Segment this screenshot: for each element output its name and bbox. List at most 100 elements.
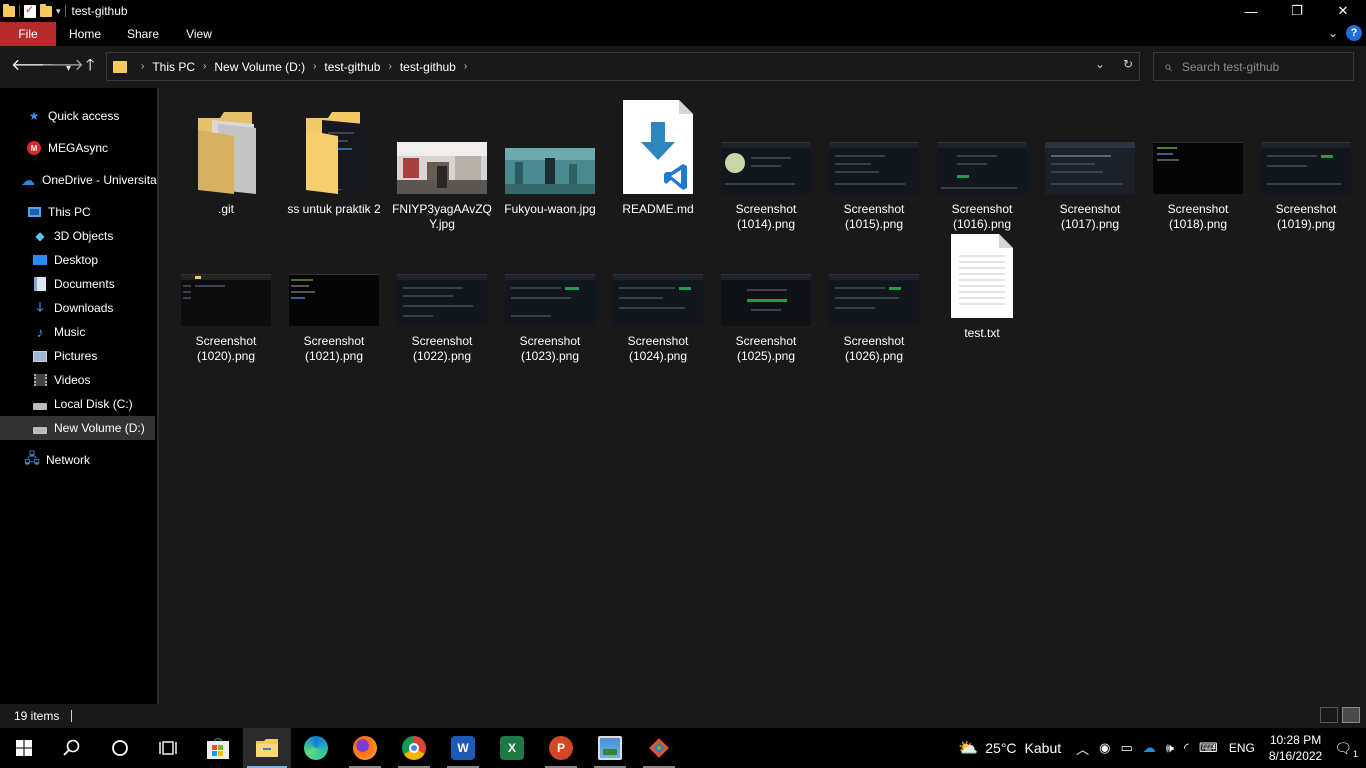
wifi-icon[interactable]: ◜ (1184, 740, 1189, 756)
keyboard-icon[interactable]: ⌨ (1199, 740, 1218, 756)
breadcrumb-test-github-parent[interactable]: test-github (324, 60, 380, 74)
weather-cloud-icon[interactable]: ⛅ (958, 738, 978, 758)
clock-date: 8/16/2022 (1268, 749, 1323, 763)
tab-home[interactable]: Home (56, 22, 114, 46)
help-button[interactable]: ? (1346, 25, 1362, 41)
show-hidden-icons-chevron-icon[interactable]: ︿ (1076, 739, 1089, 758)
tab-file[interactable]: File (0, 22, 56, 46)
photos-taskbar-button[interactable] (586, 728, 634, 768)
breadcrumb-new-volume[interactable]: New Volume (D:) (214, 60, 305, 74)
sidebar-item-pictures[interactable]: Pictures (0, 344, 157, 368)
chevron-right-icon[interactable]: › (388, 61, 391, 72)
tab-share[interactable]: Share (114, 22, 172, 46)
clock[interactable]: 10:28 PM 8/16/2022 (1269, 732, 1322, 764)
start-button[interactable] (0, 728, 48, 768)
file-item-screenshot-1019[interactable]: Screenshot (1019).png (1252, 98, 1360, 232)
refresh-icon[interactable]: ↻ (1123, 57, 1133, 71)
search-icon (63, 739, 80, 756)
notifications-icon[interactable]: 🗨 1 (1334, 740, 1358, 759)
file-item-screenshot-1020[interactable]: Screenshot (1020).png (172, 230, 280, 364)
up-arrow-icon[interactable]: 🡑 (86, 58, 94, 74)
forward-arrow-icon[interactable]: 🡒 (41, 58, 84, 74)
documents-icon (32, 276, 48, 292)
search-input[interactable]: ⌕ Search test-github (1153, 52, 1354, 81)
maximize-button[interactable]: ❐ (1274, 0, 1320, 22)
properties-icon[interactable] (24, 3, 36, 18)
file-item-fniyp3[interactable]: FNIYP3yagAAvZQY.jpg (388, 98, 496, 232)
file-item-screenshot-1014[interactable]: Screenshot (1014).png (712, 98, 820, 232)
microsoft-store-button[interactable] (194, 728, 242, 768)
drive-icon (32, 420, 48, 436)
divider (71, 710, 73, 722)
sidebar-item-documents[interactable]: Documents (0, 272, 157, 296)
pane-divider[interactable] (157, 88, 159, 704)
file-item-screenshot-1025[interactable]: Screenshot (1025).png (712, 230, 820, 364)
weather-condition[interactable]: Kabut (1025, 740, 1062, 756)
file-item-screenshot-1021[interactable]: Screenshot (1021).png (280, 230, 388, 364)
sidebar-item-new-volume-d[interactable]: New Volume (D:) (0, 416, 155, 440)
file-item-screenshot-1022[interactable]: Screenshot (1022).png (388, 230, 496, 364)
recent-locations-chevron-icon[interactable]: ▾ (66, 61, 71, 77)
minimize-button[interactable]: — (1228, 0, 1274, 22)
file-item-screenshot-1023[interactable]: Screenshot (1023).png (496, 230, 604, 364)
sidebar-item-local-disk-c[interactable]: Local Disk (C:) (0, 392, 157, 416)
file-explorer-taskbar-button[interactable] (243, 728, 291, 768)
onedrive-icon[interactable]: ☁ (1143, 740, 1156, 756)
breadcrumb-test-github-current[interactable]: test-github (400, 60, 456, 74)
sidebar-item-onedrive[interactable]: ☁ OneDrive - Universita (0, 168, 157, 192)
address-bar[interactable]: › This PC › New Volume (D:) › test-githu… (106, 52, 1140, 81)
breadcrumb-this-pc[interactable]: This PC (152, 60, 195, 74)
chrome-taskbar-button[interactable] (390, 728, 438, 768)
sidebar-item-label: New Volume (D:) (54, 421, 145, 435)
firefox-taskbar-button[interactable] (341, 728, 389, 768)
sidebar-item-downloads[interactable]: 🡓 Downloads (0, 296, 157, 320)
expand-ribbon-chevron-icon[interactable]: ⌄ (1328, 26, 1338, 40)
file-item-git[interactable]: .git (172, 98, 280, 217)
chevron-right-icon[interactable]: › (464, 61, 467, 72)
sidebar-item-desktop[interactable]: Desktop (0, 248, 157, 272)
sidebar-item-music[interactable]: ♪ Music (0, 320, 157, 344)
file-view[interactable]: .git ss untuk praktik 2 FNIYP3yagAAvZQY.… (160, 88, 1366, 704)
excel-taskbar-button[interactable]: X (488, 728, 536, 768)
folder-icon (3, 3, 15, 17)
cortana-button[interactable] (96, 728, 144, 768)
sidebar-item-quick-access[interactable]: ★ Quick access (0, 104, 157, 128)
large-icons-view-icon[interactable] (1342, 707, 1360, 723)
weather-temperature[interactable]: 25°C (985, 740, 1016, 756)
new-folder-icon[interactable] (40, 3, 52, 17)
taskbar-search-button[interactable] (48, 728, 96, 768)
powerpoint-taskbar-button[interactable]: P (537, 728, 585, 768)
chevron-right-icon[interactable]: › (141, 61, 144, 72)
chevron-right-icon[interactable]: › (313, 61, 316, 72)
file-item-screenshot-1017[interactable]: Screenshot (1017).png (1036, 98, 1144, 232)
meet-now-icon[interactable]: ◉ (1099, 740, 1110, 756)
file-item-screenshot-1015[interactable]: Screenshot (1015).png (820, 98, 928, 232)
sidebar-item-network[interactable]: 🖧 Network (0, 448, 157, 472)
volume-icon[interactable]: 🕪 (1166, 740, 1174, 756)
screenshot-thumbnail-icon (721, 274, 811, 326)
edge-taskbar-button[interactable] (292, 728, 340, 768)
sidebar-item-megasync[interactable]: M MEGAsync (0, 136, 157, 160)
sidebar-item-this-pc[interactable]: This PC (0, 200, 157, 224)
customize-toolbar-chevron-icon[interactable]: ▾ (56, 6, 61, 17)
task-view-button[interactable] (144, 728, 192, 768)
file-item-screenshot-1024[interactable]: Screenshot (1024).png (604, 230, 712, 364)
details-view-icon[interactable] (1320, 707, 1338, 723)
tab-view[interactable]: View (172, 22, 226, 46)
close-button[interactable]: ✕ (1320, 0, 1366, 22)
input-language[interactable]: ENG (1229, 741, 1255, 755)
sidebar-item-videos[interactable]: Videos (0, 368, 157, 392)
file-item-test-txt[interactable]: test.txt (928, 230, 1036, 341)
sidebar-item-3d-objects[interactable]: ◆ 3D Objects (0, 224, 157, 248)
battery-icon[interactable]: ▭ (1121, 740, 1133, 756)
file-item-screenshot-1018[interactable]: Screenshot (1018).png (1144, 98, 1252, 232)
git-taskbar-button[interactable] (635, 728, 683, 768)
file-item-fukyou[interactable]: Fukyou-waon.jpg (496, 98, 604, 217)
chevron-right-icon[interactable]: › (203, 61, 206, 72)
address-history-chevron-icon[interactable]: ⌄ (1095, 57, 1105, 71)
file-item-screenshot-1026[interactable]: Screenshot (1026).png (820, 230, 928, 364)
file-item-screenshot-1016[interactable]: Screenshot (1016).png (928, 98, 1036, 232)
file-item-folder-ss[interactable]: ss untuk praktik 2 (280, 98, 388, 217)
word-taskbar-button[interactable]: W (439, 728, 487, 768)
file-item-readme[interactable]: README.md (604, 98, 712, 217)
